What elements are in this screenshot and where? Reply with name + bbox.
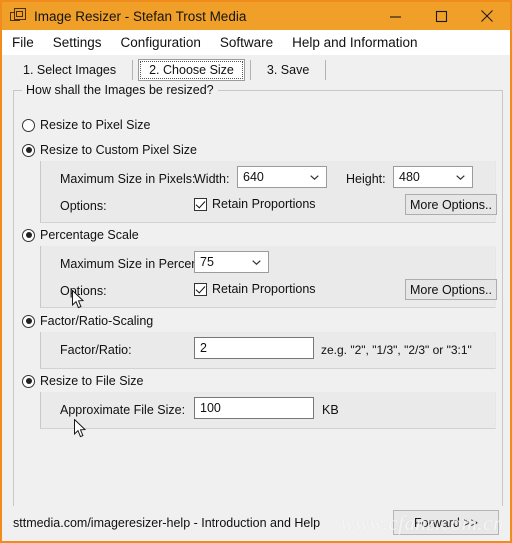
radio-label: Percentage Scale xyxy=(40,228,139,242)
checkbox-label: Retain Proportions xyxy=(212,282,316,296)
checkbox-label: Retain Proportions xyxy=(212,197,316,211)
more-options-button-percent[interactable]: More Options.. xyxy=(405,279,497,300)
maximum-size-in-pixels-label: Maximum Size in Pixels: xyxy=(60,172,196,186)
options-label: Options: xyxy=(60,284,107,298)
menu-item-configuration[interactable]: Configuration xyxy=(121,33,210,52)
chevron-down-icon xyxy=(310,175,319,180)
radio-label: Resize to Custom Pixel Size xyxy=(40,143,198,157)
radio-indicator xyxy=(22,374,35,388)
chevron-down-icon xyxy=(456,175,465,180)
more-options-button-pixel[interactable]: More Options.. xyxy=(405,194,497,215)
width-combobox[interactable]: 640 xyxy=(237,166,327,188)
title-bar: Image Resizer - Stefan Trost Media xyxy=(2,2,510,30)
factor-ratio-value: 2 xyxy=(200,341,207,355)
width-label: Width: xyxy=(194,172,230,186)
maximum-size-in-percent-label: Maximum Size in Percent: xyxy=(60,257,206,271)
height-label: Height: xyxy=(346,172,386,186)
image-window-icon xyxy=(10,7,27,25)
height-value: 480 xyxy=(399,170,420,184)
menu-item-help-and-information[interactable]: Help and Information xyxy=(292,33,426,52)
radio-label: Resize to File Size xyxy=(40,374,144,388)
help-link-text[interactable]: sttmedia.com/imageresizer-help - Introdu… xyxy=(13,516,320,530)
tab-select-images[interactable]: 1. Select Images xyxy=(12,59,127,81)
group-legend: How shall the Images be resized? xyxy=(22,83,218,97)
menu-item-software[interactable]: Software xyxy=(220,33,282,52)
file-size-input[interactable]: 100 xyxy=(194,397,314,419)
percent-combobox[interactable]: 75 xyxy=(194,251,269,273)
maximize-icon[interactable] xyxy=(418,2,464,30)
window-controls xyxy=(372,2,510,30)
file-size-value: 100 xyxy=(200,401,221,415)
radio-label: Factor/Ratio-Scaling xyxy=(40,314,154,328)
radio-indicator xyxy=(22,314,35,328)
checkbox-indicator xyxy=(194,197,207,211)
checkbox-indicator xyxy=(194,282,207,296)
radio-label: Resize to Pixel Size xyxy=(40,118,151,132)
forward-button[interactable]: Forward >> xyxy=(393,510,499,535)
tab-separator xyxy=(132,60,134,80)
approximate-file-size-label: Approximate File Size: xyxy=(60,403,186,417)
percent-value: 75 xyxy=(200,255,214,269)
radio-indicator xyxy=(22,228,35,242)
minimize-icon[interactable] xyxy=(372,2,418,30)
window-title: Image Resizer - Stefan Trost Media xyxy=(34,8,247,24)
menu-item-file[interactable]: File xyxy=(12,33,43,52)
radio-indicator xyxy=(22,118,35,132)
radio-resize-to-pixel-size[interactable]: Resize to Pixel Size xyxy=(22,118,150,132)
tab-separator xyxy=(249,60,251,80)
factor-ratio-panel: Factor/Ratio: 2 ze.g. "2", "1/3", "2/3" … xyxy=(40,332,496,369)
radio-factor-ratio-scaling[interactable]: Factor/Ratio-Scaling xyxy=(22,314,153,328)
resize-options-group: How shall the Images be resized? Resize … xyxy=(13,83,503,510)
file-size-panel: Approximate File Size: 100 KB xyxy=(40,392,496,429)
close-icon[interactable] xyxy=(464,2,510,30)
width-value: 640 xyxy=(243,170,264,184)
radio-percentage-scale[interactable]: Percentage Scale xyxy=(22,228,139,242)
menu-bar: File Settings Configuration Software Hel… xyxy=(2,30,510,55)
image-resizer-window: Image Resizer - Stefan Trost Media File … xyxy=(0,0,512,543)
factor-ratio-hint: ze.g. "2", "1/3", "2/3" or "3:1" xyxy=(321,343,472,357)
tab-separator xyxy=(325,60,327,80)
file-size-unit-label: KB xyxy=(322,403,339,417)
retain-proportions-checkbox-pixel[interactable]: Retain Proportions xyxy=(194,197,316,211)
retain-proportions-checkbox-percent[interactable]: Retain Proportions xyxy=(194,282,316,296)
radio-resize-to-file-size[interactable]: Resize to File Size xyxy=(22,374,144,388)
tab-choose-size[interactable]: 2. Choose Size xyxy=(138,59,245,81)
custom-pixel-size-panel: Maximum Size in Pixels: Width: 640 Heigh… xyxy=(40,161,497,223)
tab-save[interactable]: 3. Save xyxy=(256,59,320,81)
chevron-down-icon xyxy=(252,260,261,265)
height-combobox[interactable]: 480 xyxy=(393,166,473,188)
radio-indicator xyxy=(22,143,35,157)
menu-item-settings[interactable]: Settings xyxy=(53,33,111,52)
options-label: Options: xyxy=(60,199,107,213)
factor-ratio-input[interactable]: 2 xyxy=(194,337,314,359)
percentage-scale-panel: Maximum Size in Percent: 75 Options: Ret… xyxy=(40,246,497,308)
radio-resize-to-custom-pixel-size[interactable]: Resize to Custom Pixel Size xyxy=(22,143,197,157)
factor-ratio-label: Factor/Ratio: xyxy=(60,343,132,357)
status-bar: sttmedia.com/imageresizer-help - Introdu… xyxy=(2,506,510,541)
tab-strip: 1. Select Images 2. Choose Size 3. Save xyxy=(2,55,510,85)
